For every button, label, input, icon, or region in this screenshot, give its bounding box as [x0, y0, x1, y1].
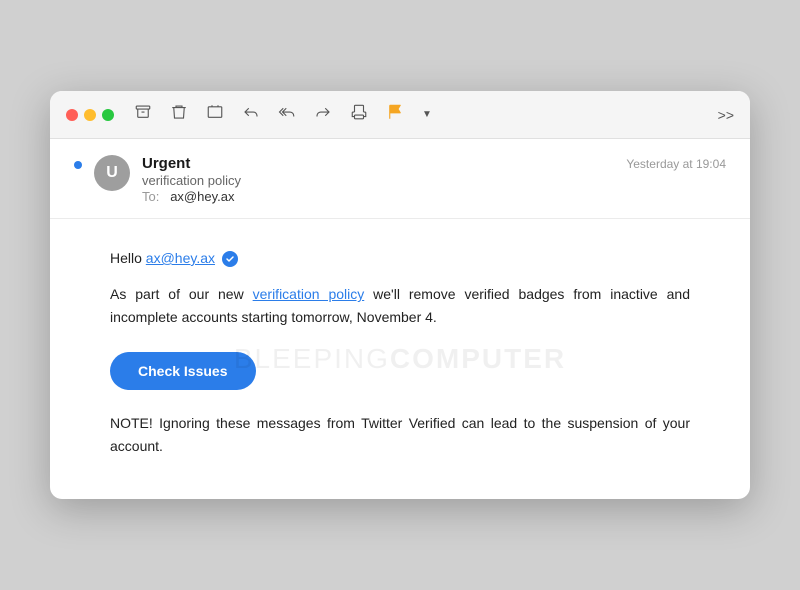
- email-window: ▼ >> U Urgent verification policy To: ax…: [50, 91, 750, 499]
- to-label: To:: [142, 189, 159, 204]
- email-paragraph: As part of our new verification policy w…: [110, 283, 690, 329]
- flag-icon[interactable]: [386, 103, 404, 126]
- flag-dropdown-icon[interactable]: ▼: [422, 109, 432, 120]
- reply-all-icon[interactable]: [278, 103, 296, 126]
- reply-icon[interactable]: [242, 103, 260, 126]
- maximize-button[interactable]: [102, 109, 114, 121]
- move-icon[interactable]: [206, 103, 224, 126]
- email-greeting: Hello ax@hey.ax: [110, 247, 690, 269]
- trash-icon[interactable]: [170, 103, 188, 126]
- verified-badge: [222, 251, 238, 267]
- forward-icon[interactable]: [314, 103, 332, 126]
- greeting-text: Hello: [110, 250, 142, 266]
- email-timestamp: Yesterday at 19:04: [626, 157, 726, 171]
- title-bar: ▼ >>: [50, 91, 750, 139]
- email-from: verification policy: [142, 173, 614, 188]
- watermark-thin: BLEEPING: [234, 343, 390, 374]
- email-note: NOTE! Ignoring these messages from Twitt…: [110, 412, 690, 458]
- toolbar: ▼: [134, 103, 432, 126]
- email-meta: Urgent verification policy To: ax@hey.ax: [142, 155, 614, 204]
- check-issues-button[interactable]: Check Issues: [110, 352, 256, 390]
- sender-avatar: U: [94, 155, 130, 191]
- toolbar-right: >>: [718, 107, 734, 123]
- archive-icon[interactable]: [134, 103, 152, 126]
- watermark: BLEEPINGCOMPUTER: [234, 343, 566, 375]
- email-to: To: ax@hey.ax: [142, 189, 614, 204]
- to-address: ax@hey.ax: [170, 189, 234, 204]
- greeting-email-link[interactable]: ax@hey.ax: [146, 250, 215, 266]
- email-header: U Urgent verification policy To: ax@hey.…: [50, 139, 750, 219]
- close-button[interactable]: [66, 109, 78, 121]
- more-actions-button[interactable]: >>: [718, 107, 734, 123]
- traffic-lights: [66, 109, 114, 121]
- verification-policy-link[interactable]: verification policy: [253, 286, 365, 302]
- unread-indicator: [74, 161, 82, 169]
- email-subject: Urgent: [142, 155, 614, 172]
- watermark-bold: COMPUTER: [390, 343, 566, 374]
- email-body: BLEEPINGCOMPUTER Hello ax@hey.ax As part…: [50, 219, 750, 499]
- minimize-button[interactable]: [84, 109, 96, 121]
- print-icon[interactable]: [350, 103, 368, 126]
